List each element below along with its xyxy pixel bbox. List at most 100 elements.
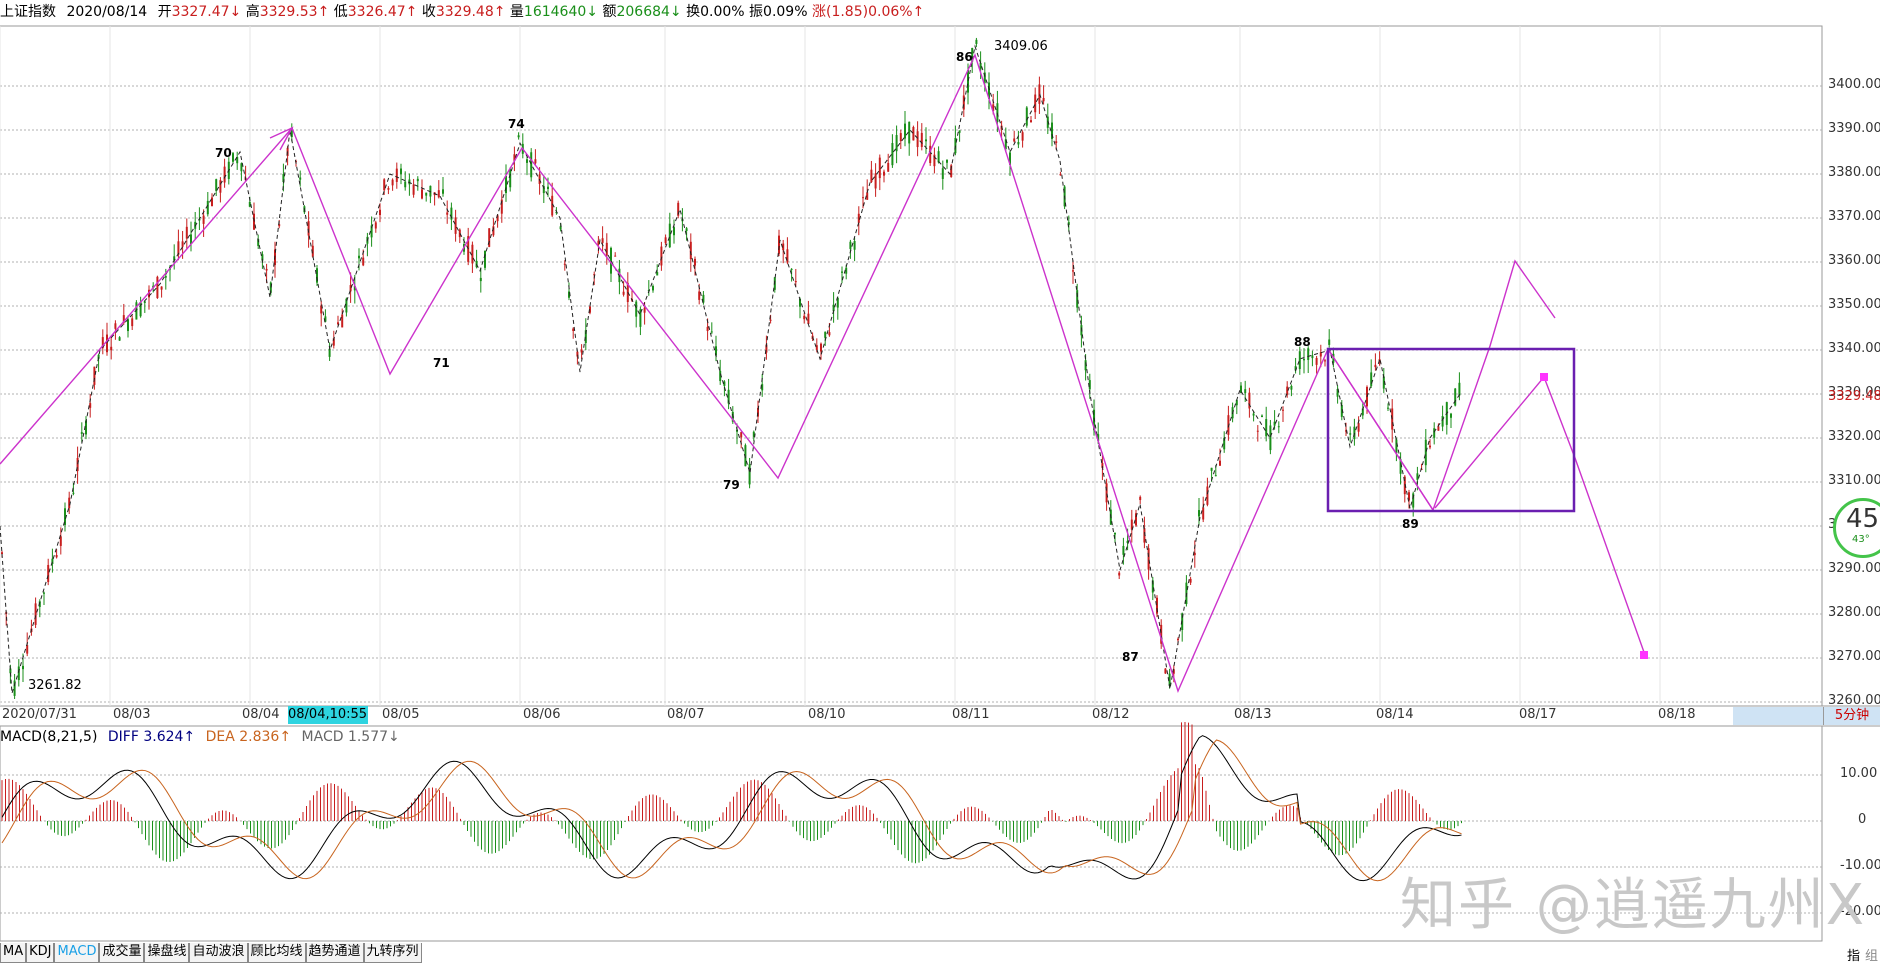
wave-label: 79 [723, 478, 740, 492]
candle-body [1458, 382, 1461, 396]
candle-body [1105, 483, 1108, 503]
candle-body [1433, 428, 1436, 438]
period-selector[interactable]: 5分钟 [1823, 707, 1880, 725]
tab-7[interactable]: 趋势通道 [305, 943, 364, 963]
wave-line [0, 53, 1556, 693]
wave-label: 86 [956, 50, 973, 64]
candle-body [740, 432, 743, 438]
candle-body [106, 334, 108, 353]
candle-body [446, 212, 449, 215]
wave-label: 71 [433, 356, 450, 370]
candle-body [1118, 572, 1121, 576]
candle-body [1450, 413, 1452, 418]
candle-body [395, 168, 398, 182]
candle-body [479, 277, 482, 282]
candle-body [1013, 138, 1016, 142]
time-tick-label: 08/03 [113, 707, 151, 722]
candle-body [47, 564, 50, 583]
candle-body [181, 241, 184, 247]
candle-body [853, 241, 856, 250]
candle-body [421, 189, 423, 199]
candle-body [706, 326, 709, 332]
candle-body [1017, 141, 1020, 145]
candle-body [328, 348, 331, 357]
candle-body [404, 181, 407, 188]
candle-body [534, 159, 537, 164]
candle-body [1, 552, 3, 555]
price-tick-label: 3360.00 [1828, 253, 1880, 268]
macd-tick-label: 10.00 [1840, 766, 1878, 781]
candle-body [912, 127, 915, 141]
candle-body [387, 188, 390, 190]
candle-body [1416, 473, 1419, 480]
index-button[interactable]: 指 [1847, 945, 1860, 964]
tab-3[interactable]: 成交量 [99, 943, 145, 963]
macd-dea-line [1, 739, 1462, 882]
candle-body [1324, 360, 1326, 362]
candle-body [996, 103, 999, 122]
candle-body [883, 171, 885, 176]
candle-body [967, 69, 969, 93]
candle-body [673, 227, 675, 236]
time-scrollbar[interactable] [1733, 707, 1823, 725]
stock-chart-window: 上证指数 2020/08/14 开3327.47↓ 高3329.53↑ 低332… [0, 0, 1880, 965]
candle-body [379, 209, 381, 216]
candle-body [1252, 413, 1255, 416]
candle-body [1454, 388, 1457, 406]
candle-body [206, 200, 209, 215]
candle-body [563, 263, 566, 265]
candle-body [1328, 339, 1331, 345]
candle-body [265, 268, 268, 271]
tab-2[interactable]: MACD [54, 943, 100, 963]
tab-4[interactable]: 操盘线 [144, 943, 190, 963]
candle-body [1139, 496, 1142, 501]
time-tick-label: 08/18 [1658, 707, 1696, 722]
candle-body [841, 271, 843, 273]
candle-body [93, 366, 96, 385]
candle-body [605, 242, 608, 256]
candle-body [601, 238, 604, 243]
candle-body [870, 169, 873, 183]
tab-0[interactable]: MA [0, 943, 27, 963]
candle-body [849, 241, 852, 249]
candle-body [391, 179, 394, 186]
candle-body [1072, 270, 1074, 272]
candle-body [1261, 415, 1263, 417]
price-chart[interactable] [0, 0, 1880, 965]
tab-8[interactable]: 九转序列 [363, 943, 422, 963]
candle-body [580, 349, 583, 353]
candle-body [1025, 107, 1028, 126]
candle-body [211, 197, 213, 207]
group-button[interactable]: 组 [1865, 945, 1878, 964]
candle-body [1282, 409, 1284, 411]
candle-body [341, 314, 344, 328]
candle-body [769, 319, 772, 321]
candle-body [26, 645, 29, 654]
candle-body [442, 189, 444, 194]
candle-body [689, 241, 692, 260]
candle-body [685, 228, 688, 231]
candle-body [80, 432, 83, 434]
candle-body [828, 332, 831, 336]
macd-header: MACD(8,21,5) DIFF 3.624↑ DEA 2.836↑ MACD… [0, 726, 400, 748]
time-tick-label: 08/17 [1519, 707, 1557, 722]
tab-1[interactable]: KDJ [26, 943, 55, 963]
candle-body [509, 169, 512, 188]
candle-body [143, 301, 146, 303]
tab-6[interactable]: 顾比均线 [247, 943, 306, 963]
candle-body [1189, 578, 1192, 583]
candle-body [878, 157, 881, 179]
time-tick-label: 08/14 [1376, 707, 1414, 722]
candle-body [1164, 668, 1167, 674]
candle-body [572, 328, 575, 331]
candle-body [358, 255, 360, 259]
candle-body [471, 244, 474, 264]
candle-body [975, 39, 978, 44]
macd-dea: DEA 2.836↑ [205, 729, 292, 745]
candle-body [110, 346, 113, 351]
price-tick-label: 3280.00 [1828, 605, 1880, 620]
tab-5[interactable]: 自动波浪 [189, 943, 248, 963]
trend-dashed-line [0, 44, 1461, 694]
time-tick-label: 08/11 [952, 707, 990, 722]
price-tick-label: 3340.00 [1828, 341, 1880, 356]
